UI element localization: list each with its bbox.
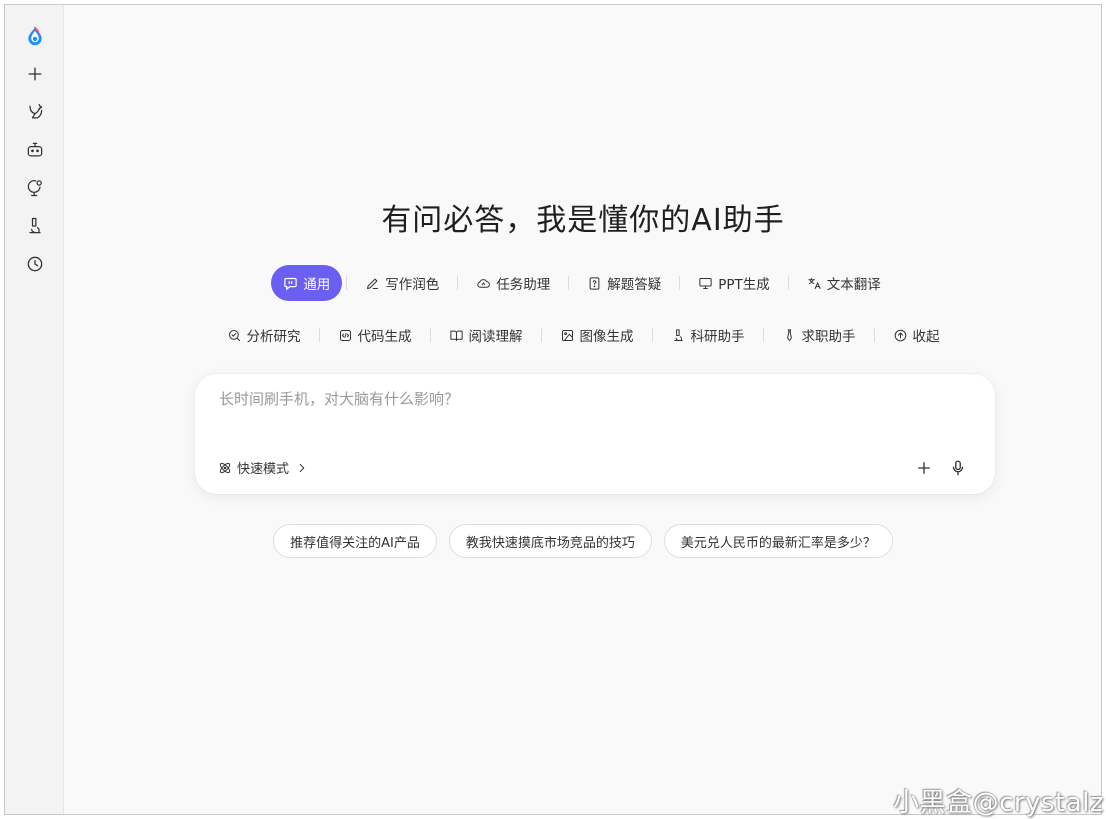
tab-label: 解题答疑 (607, 277, 662, 293)
tab-row-secondary: 分析研究 代码生成 阅读理解 图像生成 科研助手 求职助手 收起 (65, 317, 1101, 353)
tab-divider (457, 276, 459, 290)
app-logo[interactable] (21, 22, 49, 50)
tab-label: 文本翻译 (826, 277, 881, 293)
sidebar (5, 5, 64, 814)
tab-label: 任务助理 (496, 277, 551, 293)
tab-task-assistant[interactable]: 任务助理 (462, 265, 564, 301)
tab-ppt[interactable]: PPT生成 (684, 265, 784, 301)
tab-analysis[interactable]: 分析研究 (213, 317, 315, 353)
voice-input-button[interactable] (946, 456, 970, 480)
tab-label: 写作润色 (385, 277, 440, 293)
history-button[interactable] (21, 250, 49, 278)
chat-input[interactable] (219, 388, 959, 428)
tab-label: 求职助手 (801, 329, 856, 345)
plus-icon (28, 67, 42, 81)
chat-bubble-icon (284, 277, 297, 290)
microscope-icon (673, 328, 683, 341)
tab-divider (568, 276, 570, 290)
new-chat-button[interactable] (21, 60, 49, 88)
cloud-task-icon (477, 278, 491, 288)
mode-label: 快速模式 (237, 462, 290, 477)
dove-icon (29, 103, 43, 119)
tab-divider (651, 328, 653, 342)
main-area: 有问必答，我是懂你的AI助手 通用 写作润色 任务助理 解题答疑 PPT生成 文… (65, 5, 1101, 814)
tab-divider (679, 276, 681, 290)
monitor-globe-icon (27, 180, 42, 197)
book-icon (449, 330, 463, 341)
tab-writing[interactable]: 写作润色 (351, 265, 453, 301)
tab-label: PPT生成 (718, 277, 770, 293)
tab-label: 阅读理解 (468, 329, 523, 345)
tab-label: 科研助手 (690, 329, 745, 345)
discover-button[interactable] (21, 98, 49, 126)
robot-icon (27, 142, 43, 157)
app-window: 有问必答，我是懂你的AI助手 通用 写作润色 任务助理 解题答疑 PPT生成 文… (4, 4, 1102, 815)
page-title: 有问必答，我是懂你的AI助手 (381, 203, 785, 238)
tab-label: 通用 (303, 277, 331, 293)
tab-general[interactable]: 通用 (271, 265, 343, 301)
tab-row-primary: 通用 写作润色 任务助理 解题答疑 PPT生成 文本翻译 (65, 265, 1101, 301)
microphone-icon (952, 460, 964, 476)
image-icon (561, 329, 573, 341)
research-button[interactable] (21, 212, 49, 240)
suggestion-chip[interactable]: 美元兑人民币的最新汇率是多少？ (663, 524, 893, 558)
suggestion-chip[interactable]: 教我快速摸底市场竞品的技巧 (448, 524, 652, 558)
collapse-up-icon (894, 329, 906, 341)
tab-problem-solving[interactable]: 解题答疑 (573, 265, 675, 301)
logo-icon (28, 26, 42, 46)
chat-input-box: 快速模式 (195, 374, 995, 494)
tab-label: 分析研究 (246, 329, 301, 345)
tab-divider (429, 328, 431, 342)
magnify-check-icon (228, 329, 240, 341)
tab-label: 收起 (912, 329, 940, 345)
mode-selector[interactable]: 快速模式 (217, 458, 309, 477)
clock-history-icon (27, 256, 43, 272)
tab-divider (762, 328, 764, 342)
tab-job[interactable]: 求职助手 (768, 317, 870, 353)
tab-divider (540, 328, 542, 342)
agents-button[interactable] (21, 136, 49, 164)
tab-reading[interactable]: 阅读理解 (435, 317, 537, 353)
tab-divider (787, 276, 789, 290)
tab-collapse[interactable]: 收起 (879, 317, 954, 353)
tab-code[interactable]: 代码生成 (324, 317, 426, 353)
presentation-icon (699, 277, 712, 289)
tab-divider (346, 276, 348, 290)
code-icon (339, 329, 351, 341)
tab-label: 代码生成 (357, 329, 412, 345)
chevron-right-icon (299, 463, 305, 472)
ppt-button[interactable] (21, 174, 49, 202)
attach-button[interactable] (912, 456, 936, 480)
tab-image[interactable]: 图像生成 (546, 317, 648, 353)
question-doc-icon (589, 276, 600, 290)
atom-icon (219, 462, 231, 473)
suggestion-chip[interactable]: 推荐值得关注的AI产品 (273, 524, 437, 558)
tab-label: 图像生成 (579, 329, 634, 345)
pen-icon (367, 278, 379, 289)
translate-icon (808, 277, 821, 289)
tab-translate[interactable]: 文本翻译 (793, 265, 895, 301)
plus-icon (918, 462, 930, 474)
watermark: 小黑盒@crystalz (893, 788, 1104, 818)
microscope-icon (29, 217, 41, 234)
suggestion-list: 推荐值得关注的AI产品 教我快速摸底市场竞品的技巧 美元兑人民币的最新汇率是多少… (65, 524, 1101, 558)
tab-research[interactable]: 科研助手 (657, 317, 759, 353)
tie-icon (786, 328, 792, 341)
tab-divider (318, 328, 320, 342)
tab-divider (873, 328, 875, 342)
